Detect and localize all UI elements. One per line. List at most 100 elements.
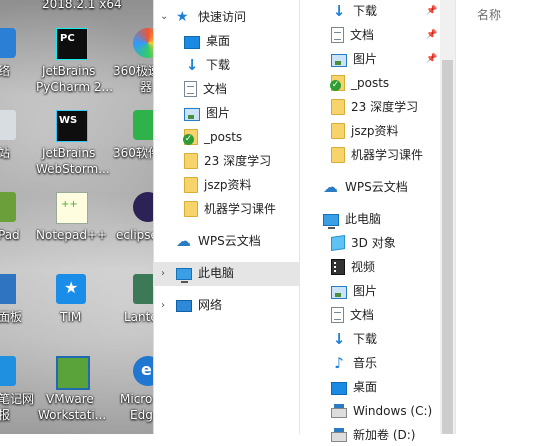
pane2-wps-cloud[interactable]: ☁ WPS云文档 xyxy=(323,176,408,198)
nav-label: 桌面 xyxy=(206,34,231,48)
nav-item-ml-courseware[interactable]: 机器学习课件 xyxy=(184,198,276,220)
expand-arrow-icon[interactable]: › xyxy=(161,268,165,279)
pane2-item-documents[interactable]: 文档 xyxy=(331,24,374,46)
nav-label: WPS云文档 xyxy=(198,234,261,248)
pane2-item-jszp[interactable]: jszp资料 xyxy=(331,120,399,142)
pane2-item-ml-courseware[interactable]: 机器学习课件 xyxy=(331,144,423,166)
pane2-this-pc[interactable]: 此电脑 xyxy=(323,208,381,230)
360-browser-label: 360极速 xyxy=(113,64,153,78)
pane2-label: 文档 xyxy=(350,28,375,42)
download-icon: ↓ xyxy=(332,330,346,348)
expand-chevron-icon[interactable]: ⌄ xyxy=(160,11,168,22)
nav-item-download[interactable]: ↓ 下载 xyxy=(184,54,230,76)
pane2-label: _posts xyxy=(351,76,390,90)
pane2-item-drive-c[interactable]: Windows (C:) xyxy=(331,400,432,422)
pane2-label: Windows (C:) xyxy=(353,404,433,418)
pane2-label: 下载 xyxy=(353,332,378,346)
lantern-label: Lante xyxy=(124,310,153,324)
desktop-partial-label: 笔记网 xyxy=(0,392,35,406)
scrollbar-thumb[interactable] xyxy=(442,60,453,434)
360-software-icon[interactable] xyxy=(133,110,153,140)
folder-icon xyxy=(184,153,198,169)
folder-icon xyxy=(331,147,345,163)
pin-icon[interactable]: 📌 xyxy=(426,54,437,64)
folder-icon xyxy=(184,201,198,217)
notepad-plus-label: Notepad++ xyxy=(36,228,108,242)
pane2-label: 下载 xyxy=(353,4,378,18)
tim-icon[interactable]: ★ xyxy=(56,274,86,304)
nav-item-deep-learning[interactable]: 23 深度学习 xyxy=(184,150,271,172)
document-icon xyxy=(331,307,344,323)
pane2-label: jszp资料 xyxy=(351,124,399,138)
folder-icon xyxy=(184,177,198,193)
nav-item-posts[interactable]: _posts xyxy=(183,126,242,148)
pin-icon[interactable]: 📌 xyxy=(426,30,437,40)
partial-desktop-icon[interactable] xyxy=(0,356,16,386)
pane2-item-deep-learning[interactable]: 23 深度学习 xyxy=(331,96,418,118)
computer-icon xyxy=(323,213,339,229)
pane2-item-drive-d[interactable]: 新加卷 (D:) xyxy=(331,424,415,446)
sync-folder-icon xyxy=(183,129,198,145)
pane2-item-3d-objects[interactable]: 3D 对象 xyxy=(331,232,396,254)
recycle-bin-icon[interactable] xyxy=(0,110,16,140)
pane2-label: 图片 xyxy=(353,52,378,66)
pane2-item-desktop-pc[interactable]: 桌面 xyxy=(331,376,377,398)
eclipse-label: eclipse xyxy=(116,228,153,242)
pycharm-icon[interactable]: PC xyxy=(56,28,88,60)
column-header-name[interactable]: 名称 xyxy=(477,6,501,23)
pycharm-label: PyCharm 2... xyxy=(36,80,113,94)
desktop-icon xyxy=(331,381,347,395)
picture-icon xyxy=(184,107,200,121)
pane2-item-videos[interactable]: 视频 xyxy=(331,256,375,278)
pane2-label: 音乐 xyxy=(353,356,378,370)
expand-arrow-icon[interactable]: › xyxy=(161,300,165,311)
webstorm-label: WebStorm... xyxy=(36,162,110,176)
picture-icon xyxy=(331,285,347,299)
nav-item-desktop[interactable]: 桌面 xyxy=(184,30,230,52)
pane2-item-documents-pc[interactable]: 文档 xyxy=(331,304,374,326)
document-icon xyxy=(184,81,197,97)
notepad-plus-icon[interactable]: ++ xyxy=(56,192,88,224)
pane2-item-pictures[interactable]: 图片 xyxy=(331,48,377,70)
vmware-label: Workstati... xyxy=(38,408,107,422)
360-browser-icon[interactable] xyxy=(133,28,153,58)
360-browser-label: 器 xyxy=(140,80,153,94)
pane2-item-pictures-pc[interactable]: 图片 xyxy=(331,280,377,302)
download-icon: ↓ xyxy=(185,56,199,74)
pane2-item-posts[interactable]: _posts xyxy=(330,72,390,94)
folder-icon xyxy=(331,99,345,115)
folder-icon xyxy=(331,123,345,139)
nav-label: 快速访问 xyxy=(198,10,247,24)
nav-this-pc[interactable]: 此电脑 xyxy=(176,262,234,284)
edge-icon[interactable]: e xyxy=(133,356,153,386)
nav-item-jszp[interactable]: jszp资料 xyxy=(184,174,252,196)
pane2-item-downloads-pc[interactable]: ↓ 下载 xyxy=(331,328,377,350)
pane2-label: 23 深度学习 xyxy=(351,100,419,114)
pane2-item-download[interactable]: ↓ 下载 xyxy=(331,0,377,22)
pane2-label: 机器学习课件 xyxy=(351,148,424,162)
nav-network[interactable]: 网络 xyxy=(176,294,222,316)
picture-icon xyxy=(331,53,347,67)
document-icon xyxy=(331,27,344,43)
nav-wps-cloud[interactable]: ☁ WPS云文档 xyxy=(176,230,261,252)
desktop-partial-label: Pad xyxy=(0,228,20,242)
vmware-icon[interactable] xyxy=(56,356,90,390)
pane2-label: 3D 对象 xyxy=(351,236,396,250)
webstorm-icon[interactable]: WS xyxy=(56,110,88,142)
nav-label: 此电脑 xyxy=(198,266,235,280)
pin-icon[interactable]: 📌 xyxy=(426,6,437,16)
nav-label: 机器学习课件 xyxy=(204,202,277,216)
partial-desktop-icon[interactable] xyxy=(0,28,16,58)
pane2-label: 新加卷 (D:) xyxy=(353,428,416,442)
partial-desktop-icon[interactable] xyxy=(0,192,16,222)
eclipse-icon[interactable] xyxy=(133,192,153,222)
nav-quick-access[interactable]: ★ 快速访问 xyxy=(176,6,246,28)
desktop-partial-label: 面板 xyxy=(0,310,23,324)
cloud-icon: ☁ xyxy=(176,232,191,250)
nav-item-pictures[interactable]: 图片 xyxy=(184,102,230,124)
lantern-icon[interactable] xyxy=(133,274,153,304)
pane2-label: 桌面 xyxy=(353,380,378,394)
pane2-item-music[interactable]: ♪ 音乐 xyxy=(331,352,377,374)
nav-item-documents[interactable]: 文档 xyxy=(184,78,227,100)
control-panel-icon[interactable] xyxy=(0,274,16,304)
